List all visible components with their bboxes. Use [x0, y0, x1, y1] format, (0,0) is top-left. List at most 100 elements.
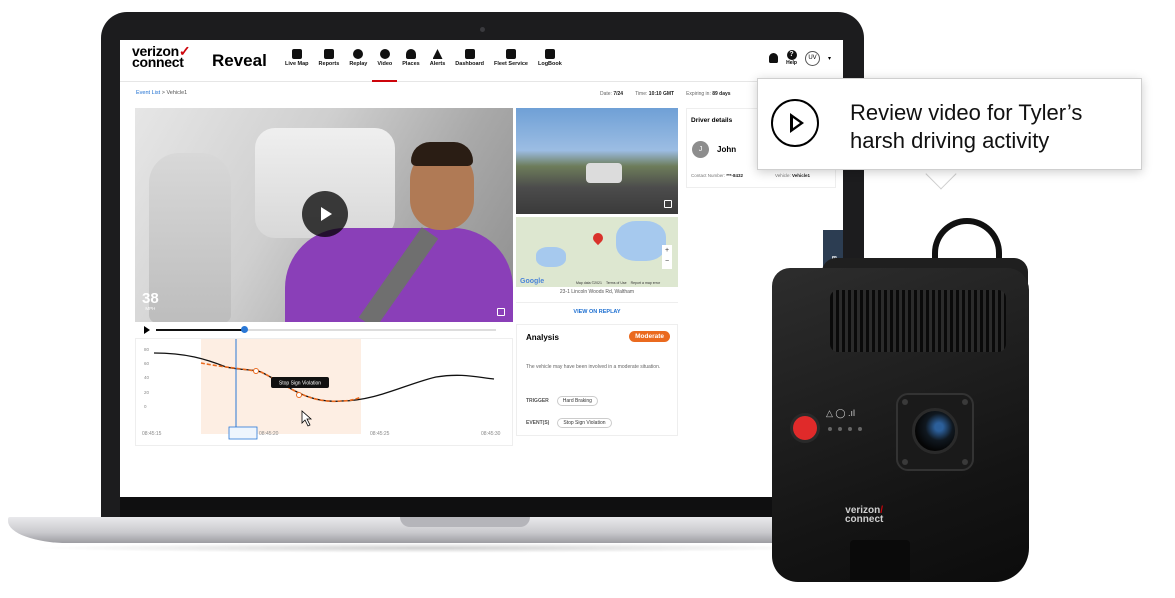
nav-logbook[interactable]: LogBook: [533, 49, 567, 67]
driver-contact: Contact Number: ***-8432: [691, 173, 743, 178]
seat-illustration: [149, 153, 231, 322]
vehicle-label: Vehicle:: [775, 173, 791, 178]
map-footer: Map data ©2021 Terms of Use Report a map…: [576, 281, 660, 285]
speed-readout: 38 MPH: [142, 291, 159, 311]
dashcam-grille: [830, 290, 1006, 352]
reports-icon: [323, 49, 334, 59]
event-point[interactable]: [253, 368, 259, 374]
event-address: 23-1 Lincoln Woods Rd, Waltham: [559, 289, 635, 295]
analysis-title: Analysis: [526, 333, 559, 342]
y-axis: 80 60 40 20 0: [144, 347, 150, 409]
severity-badge: Moderate: [629, 331, 670, 342]
nav-label: Places: [402, 61, 420, 67]
nav-label: Alerts: [429, 61, 446, 67]
help-button[interactable]: ? Help: [786, 50, 797, 66]
y-tick-label: 40: [144, 375, 150, 380]
speed-graph: 806040200 08:45:1508:45:2208:45:2008:45:…: [135, 338, 513, 446]
location-pin-icon[interactable]: [590, 230, 606, 246]
speed-value: 38: [142, 290, 159, 307]
x-tick-label: 08:45:20: [259, 431, 279, 437]
nav-label: Replay: [349, 61, 368, 67]
help-label: Help: [786, 60, 797, 66]
speed-graph-svg: 806040200 08:45:1508:45:2208:45:2008:45:…: [142, 339, 501, 440]
driver-figure: [411, 142, 473, 166]
play-button[interactable]: [302, 191, 348, 237]
road-video[interactable]: [516, 108, 678, 214]
y-tick-label: 20: [144, 390, 150, 395]
nav-label: Live Map: [285, 61, 309, 67]
nav-alerts[interactable]: Alerts: [425, 49, 451, 67]
nav-places[interactable]: Places: [397, 49, 424, 67]
main-nav: Live Map Reports Replay Video Places Ale…: [280, 49, 567, 82]
map-report-link[interactable]: Report a map error: [631, 281, 661, 285]
status-led: [858, 427, 862, 431]
y-tick-label: 0: [144, 404, 147, 409]
video-icon: [379, 49, 390, 59]
zoom-out-button[interactable]: −: [662, 256, 672, 267]
laptop-shadow: [30, 543, 830, 553]
map-zoom-controls[interactable]: + −: [662, 245, 672, 269]
subheader: Event List > Vehicle1 Date: 7/24 Time: 1…: [120, 85, 843, 101]
play-circle-icon: [771, 99, 819, 147]
fullscreen-icon[interactable]: [664, 200, 672, 208]
scrubber-handle[interactable]: [241, 326, 249, 333]
map-water: [536, 247, 566, 267]
analysis-description: The vehicle may have been involved in a …: [526, 364, 661, 370]
dashcam-brand-logo: verizon/ connect: [845, 505, 884, 525]
y-tick-label: 80: [144, 347, 150, 352]
event-map[interactable]: + − Google Map data ©2021 Terms of Use R…: [516, 217, 678, 287]
contact-label: Contact Number:: [691, 173, 726, 178]
nav-label: Dashboard: [455, 61, 485, 67]
driver-name[interactable]: John: [717, 145, 736, 154]
trigger-row: TRIGGER Hard Braking: [526, 396, 598, 406]
wrench-icon: [506, 49, 516, 59]
map-terms-link[interactable]: Terms of Use: [606, 281, 627, 285]
alerts-icon: [432, 49, 443, 59]
nav-replay[interactable]: Replay: [344, 49, 372, 67]
event-point[interactable]: [296, 392, 302, 398]
y-tick-label: 60: [144, 361, 150, 366]
video-scrubber[interactable]: [144, 325, 504, 335]
breadcrumb-current: Vehicle1: [166, 90, 188, 96]
view-on-replay-link[interactable]: VIEW ON REPLAY: [516, 302, 678, 315]
expiring-value: 89 days: [712, 91, 731, 97]
expiring-label: Expiring in:: [686, 91, 711, 97]
play-icon[interactable]: [144, 326, 150, 334]
nav-reports[interactable]: Reports: [314, 49, 345, 67]
nav-label: Video: [377, 61, 393, 67]
zoom-in-button[interactable]: +: [662, 245, 672, 256]
ir-led: [962, 399, 968, 405]
x-tick-label: 08:45:30: [481, 431, 501, 437]
bell-icon[interactable]: [769, 53, 779, 63]
verizon-connect-logo[interactable]: verizon✓ connect: [132, 44, 191, 69]
dashcam-clip: [850, 540, 910, 580]
breadcrumb-event-list[interactable]: Event List: [136, 90, 160, 96]
fullscreen-icon[interactable]: [497, 308, 505, 316]
current-time-box: [228, 426, 258, 440]
user-avatar[interactable]: UV: [804, 50, 820, 66]
x-tick-label: 08:45:25: [370, 431, 390, 437]
map-icon: [291, 49, 302, 59]
replay-icon: [353, 49, 364, 59]
nav-dashboard[interactable]: Dashboard: [450, 49, 489, 67]
chevron-down-icon[interactable]: ▾: [828, 55, 831, 62]
map-attribution: Map data ©2021: [576, 281, 602, 285]
breadcrumb-separator: >: [161, 90, 165, 96]
vehicle-ahead: [586, 163, 622, 183]
time-label: Time:: [635, 91, 648, 97]
callout-banner: Review video for Tyler’s harsh driving a…: [757, 78, 1142, 170]
nav-fleet-service[interactable]: Fleet Service: [489, 49, 533, 67]
nav-live-map[interactable]: Live Map: [280, 49, 314, 67]
nav-video[interactable]: Video: [372, 49, 398, 82]
header-actions: ? Help UV ▾: [769, 50, 831, 66]
logbook-icon: [544, 49, 555, 59]
camera-lens-icon: [912, 408, 958, 454]
events-row: EVENT(S) Stop Sign Violation: [526, 418, 612, 428]
help-icon: ?: [786, 50, 797, 60]
events-label: EVENT(S): [526, 420, 550, 426]
trigger-label: TRIGGER: [526, 398, 549, 404]
analysis-card: Analysis Moderate The vehicle may have b…: [516, 324, 678, 436]
driver-video[interactable]: 38 MPH: [135, 108, 513, 322]
laptop-screen: verizon✓ connect Reveal Live Map Reports…: [120, 40, 843, 497]
callout-text: Review video for Tyler’s harsh driving a…: [850, 100, 1083, 153]
